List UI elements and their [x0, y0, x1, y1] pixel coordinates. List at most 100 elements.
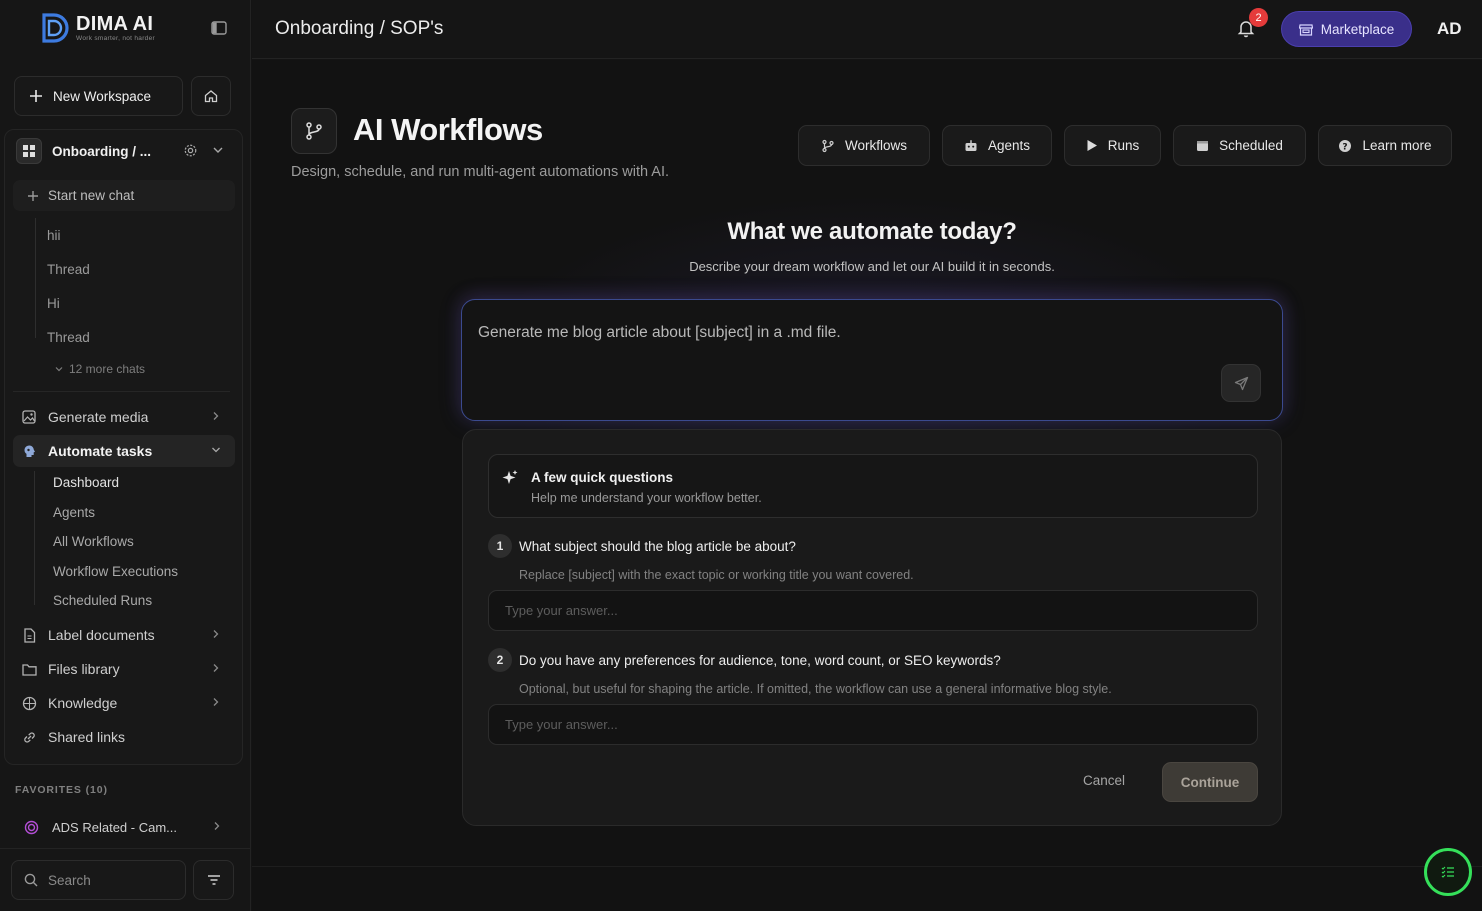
- filter-button[interactable]: [193, 860, 234, 900]
- main-content: AI Workflows Design, schedule, and run m…: [252, 60, 1482, 911]
- marketplace-label: Marketplace: [1320, 21, 1395, 37]
- divider: [0, 848, 251, 849]
- favorites-title: FAVORITES (10): [15, 784, 108, 796]
- brand-logo[interactable]: DIMA AI Work smarter, not harder: [40, 12, 155, 44]
- sidebar-toggle-icon: [211, 21, 227, 35]
- gear-icon[interactable]: [183, 143, 198, 158]
- subnav-workflow-executions[interactable]: Workflow Executions: [53, 564, 178, 579]
- quick-questions-header: A few quick questions Help me understand…: [488, 454, 1258, 518]
- svg-text:?: ?: [1343, 142, 1348, 152]
- continue-button[interactable]: Continue: [1162, 762, 1258, 802]
- nav-generate-media[interactable]: Generate media: [13, 401, 235, 433]
- hero-subtitle: Describe your dream workflow and let our…: [689, 259, 1055, 274]
- tab-label: Learn more: [1362, 138, 1432, 153]
- search-input[interactable]: [48, 872, 168, 888]
- nav-knowledge[interactable]: Knowledge: [13, 687, 235, 719]
- new-workspace-label: New Workspace: [53, 88, 152, 104]
- cancel-button[interactable]: Cancel: [1083, 773, 1125, 788]
- chevron-down-icon[interactable]: [212, 144, 224, 156]
- favorite-item[interactable]: ADS Related - Cam...: [14, 812, 232, 842]
- branch-icon: [822, 139, 834, 152]
- chevron-right-icon: [214, 822, 220, 830]
- avatar[interactable]: AD: [1437, 19, 1462, 39]
- nav-label: Label documents: [48, 627, 155, 643]
- subnav-scheduled-runs[interactable]: Scheduled Runs: [53, 593, 152, 608]
- workflow-prompt-input[interactable]: [478, 324, 1198, 384]
- start-new-chat-button[interactable]: Start new chat: [13, 180, 235, 211]
- page-subtitle: Design, schedule, and run multi-agent au…: [291, 164, 670, 180]
- nav-label: Shared links: [48, 729, 126, 745]
- more-chats-label: 12 more chats: [69, 362, 146, 376]
- new-workspace-button[interactable]: New Workspace: [14, 76, 183, 116]
- chevron-down-icon: [55, 367, 63, 372]
- question-text: Do you have any preferences for audience…: [519, 653, 1001, 668]
- thread-item[interactable]: Hi: [47, 296, 60, 311]
- home-icon: [204, 90, 218, 103]
- checklist-icon: [1441, 866, 1454, 878]
- thread-item[interactable]: hii: [47, 228, 61, 243]
- robot-icon: [965, 139, 977, 151]
- answer-input-1[interactable]: [488, 590, 1258, 631]
- link-icon: [21, 729, 37, 745]
- tab-agents[interactable]: Agents: [942, 125, 1052, 166]
- logo-mark-icon: [42, 13, 69, 43]
- tab-learn-more[interactable]: ? Learn more: [1318, 125, 1452, 166]
- help-icon: ?: [1339, 139, 1352, 152]
- thread-item[interactable]: Thread: [47, 330, 90, 345]
- sidebar: DIMA AI Work smarter, not harder New Wor…: [0, 0, 251, 911]
- nav-label-documents[interactable]: Label documents: [13, 619, 235, 651]
- tab-scheduled[interactable]: Scheduled: [1173, 125, 1306, 166]
- subnav-all-workflows[interactable]: All Workflows: [53, 534, 134, 549]
- question-hint: Optional, but useful for shaping the art…: [519, 682, 1112, 696]
- question-text: What subject should the blog article be …: [519, 539, 796, 554]
- plus-icon: [30, 90, 42, 102]
- subnav-agents[interactable]: Agents: [53, 505, 95, 520]
- question-hint: Replace [subject] with the exact topic o…: [519, 568, 914, 582]
- question-number: 2: [488, 648, 512, 672]
- subnav-dashboard[interactable]: Dashboard: [53, 475, 119, 490]
- nav-files-library[interactable]: Files library: [13, 653, 235, 685]
- document-icon: [21, 627, 37, 643]
- subnav-tree-line: [34, 471, 35, 605]
- more-chats-toggle[interactable]: 12 more chats: [55, 362, 145, 376]
- quick-questions-title: A few quick questions: [531, 470, 674, 485]
- brain-icon: [21, 443, 37, 459]
- workflow-prompt-box: [461, 299, 1283, 421]
- topbar: Onboarding / SOP's 2 Marketplace AD: [252, 0, 1482, 59]
- tab-runs[interactable]: Runs: [1064, 125, 1161, 166]
- brand-tagline: Work smarter, not harder: [76, 35, 155, 42]
- home-button[interactable]: [191, 76, 231, 116]
- answer-input-2[interactable]: [488, 704, 1258, 745]
- question-number: 1: [488, 534, 512, 558]
- tab-label: Runs: [1107, 138, 1140, 153]
- calendar-icon: [1197, 141, 1209, 151]
- workspace-selector[interactable]: Onboarding / ...: [16, 136, 234, 166]
- store-icon: [1298, 23, 1313, 36]
- image-icon: [21, 409, 37, 425]
- favorite-label: ADS Related - Cam...: [52, 819, 177, 835]
- search-icon: [24, 873, 38, 887]
- thread-item[interactable]: Thread: [47, 262, 90, 277]
- chevron-down-icon: [212, 447, 220, 453]
- nav-shared-links[interactable]: Shared links: [13, 721, 235, 753]
- target-icon: [24, 820, 39, 834]
- page-title: AI Workflows: [353, 112, 543, 147]
- hero-title: What we automate today?: [727, 218, 1017, 245]
- send-icon: [1234, 376, 1248, 390]
- quick-questions-description: Help me understand your workflow better.: [531, 491, 762, 505]
- nav-label: Automate tasks: [48, 443, 153, 459]
- folder-icon: [21, 661, 37, 677]
- sidebar-search[interactable]: [11, 860, 186, 900]
- task-list-button[interactable]: [1424, 848, 1472, 896]
- nav-automate-tasks[interactable]: Automate tasks: [13, 435, 235, 467]
- send-button[interactable]: [1221, 364, 1261, 402]
- notification-badge: 2: [1249, 8, 1268, 27]
- workspace-name: Onboarding / ...: [52, 143, 151, 159]
- marketplace-button[interactable]: Marketplace: [1281, 11, 1412, 47]
- nav-label: Files library: [48, 661, 120, 677]
- nav-label: Knowledge: [48, 695, 118, 711]
- collapse-sidebar-button[interactable]: [209, 19, 229, 37]
- divider: [13, 391, 230, 392]
- tab-label: Agents: [987, 138, 1031, 153]
- tab-workflows[interactable]: Workflows: [798, 125, 930, 166]
